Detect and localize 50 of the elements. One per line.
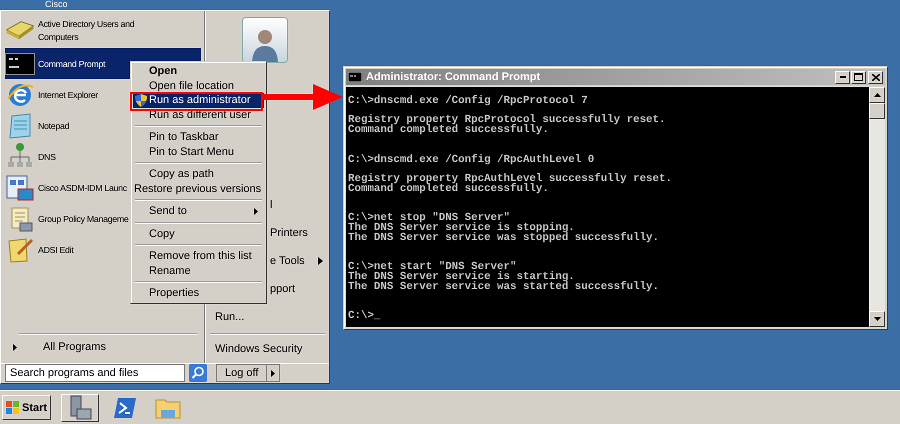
console-icon: [348, 72, 362, 82]
context-menu-item[interactable]: Remove from this list: [133, 249, 264, 264]
shield-icon: [134, 94, 146, 107]
console-line: C:\>dnscmd.exe /Config /RpcAuthLevel 0: [348, 156, 596, 166]
scroll-thumb[interactable]: [869, 103, 885, 119]
context-menu-item[interactable]: Pin to Taskbar: [133, 130, 264, 144]
console-line: Registry property RpcAuthLevel successfully reset.: [348, 175, 673, 185]
scrollbar[interactable]: [869, 87, 885, 327]
minimize-icon: [840, 76, 846, 78]
windows-flag-icon: [6, 401, 20, 414]
console-icon: [5, 52, 35, 74]
arrow-icon: [13, 344, 17, 350]
start-button[interactable]: Start: [2, 395, 52, 420]
submenu-arrow-icon: [254, 208, 258, 215]
menu-item[interactable]: Run...: [206, 303, 329, 331]
all-programs-item[interactable]: All Programs: [5, 341, 201, 363]
powershell-icon[interactable]: [113, 396, 138, 418]
console-line: Command completed successfully.: [348, 126, 549, 136]
app-window-icon: [6, 174, 34, 202]
close-icon: [872, 74, 880, 80]
taskbar-server-button[interactable]: [61, 394, 100, 422]
desktop-icon-label: Cisco: [45, 0, 68, 9]
context-menu-item[interactable]: Open file location: [133, 78, 264, 93]
program-item[interactable]: Active Directory Users and Computers: [5, 13, 201, 48]
context-menu-item[interactable]: Copy as path: [133, 167, 264, 182]
scroll-up-icon: [874, 93, 880, 97]
context-menu-item[interactable]: Pin to Start Menu: [133, 144, 264, 159]
notepad-pencil-icon: [6, 236, 34, 264]
console-line: The DNS Server service was started successfully.: [348, 282, 660, 293]
context-menu-item[interactable]: Run as administrator: [133, 93, 264, 108]
window-title: Administrator: Command Prompt: [366, 71, 542, 83]
arrow-icon: [271, 370, 276, 376]
context-menu-item[interactable]: Restore previous versions: [133, 182, 264, 196]
console-line: C:\>dnscmd.exe /Config /RpcProtocol 7: [348, 96, 589, 107]
maximize-icon: [854, 73, 863, 81]
minimize-button[interactable]: [835, 70, 850, 84]
maximize-button[interactable]: [851, 70, 866, 84]
context-menu-item[interactable]: Rename: [133, 264, 264, 278]
menu-item[interactable]: Windows Security: [206, 335, 329, 363]
search-icon[interactable]: [189, 364, 207, 382]
close-button[interactable]: [868, 70, 883, 84]
console-line: Command completed successfully.: [348, 184, 550, 195]
submenu-arrow-icon: [318, 257, 323, 265]
console-line: C:\>_: [348, 312, 382, 322]
context-menu-item[interactable]: Properties: [133, 286, 264, 300]
scroll-down-icon: [874, 317, 880, 321]
search-field[interactable]: Search programs and files: [5, 364, 185, 382]
context-menu-item[interactable]: Send to: [133, 204, 264, 218]
console-line: The DNS Server service was stopped successfully.: [348, 234, 660, 244]
context-menu-item[interactable]: Copy: [133, 226, 264, 241]
